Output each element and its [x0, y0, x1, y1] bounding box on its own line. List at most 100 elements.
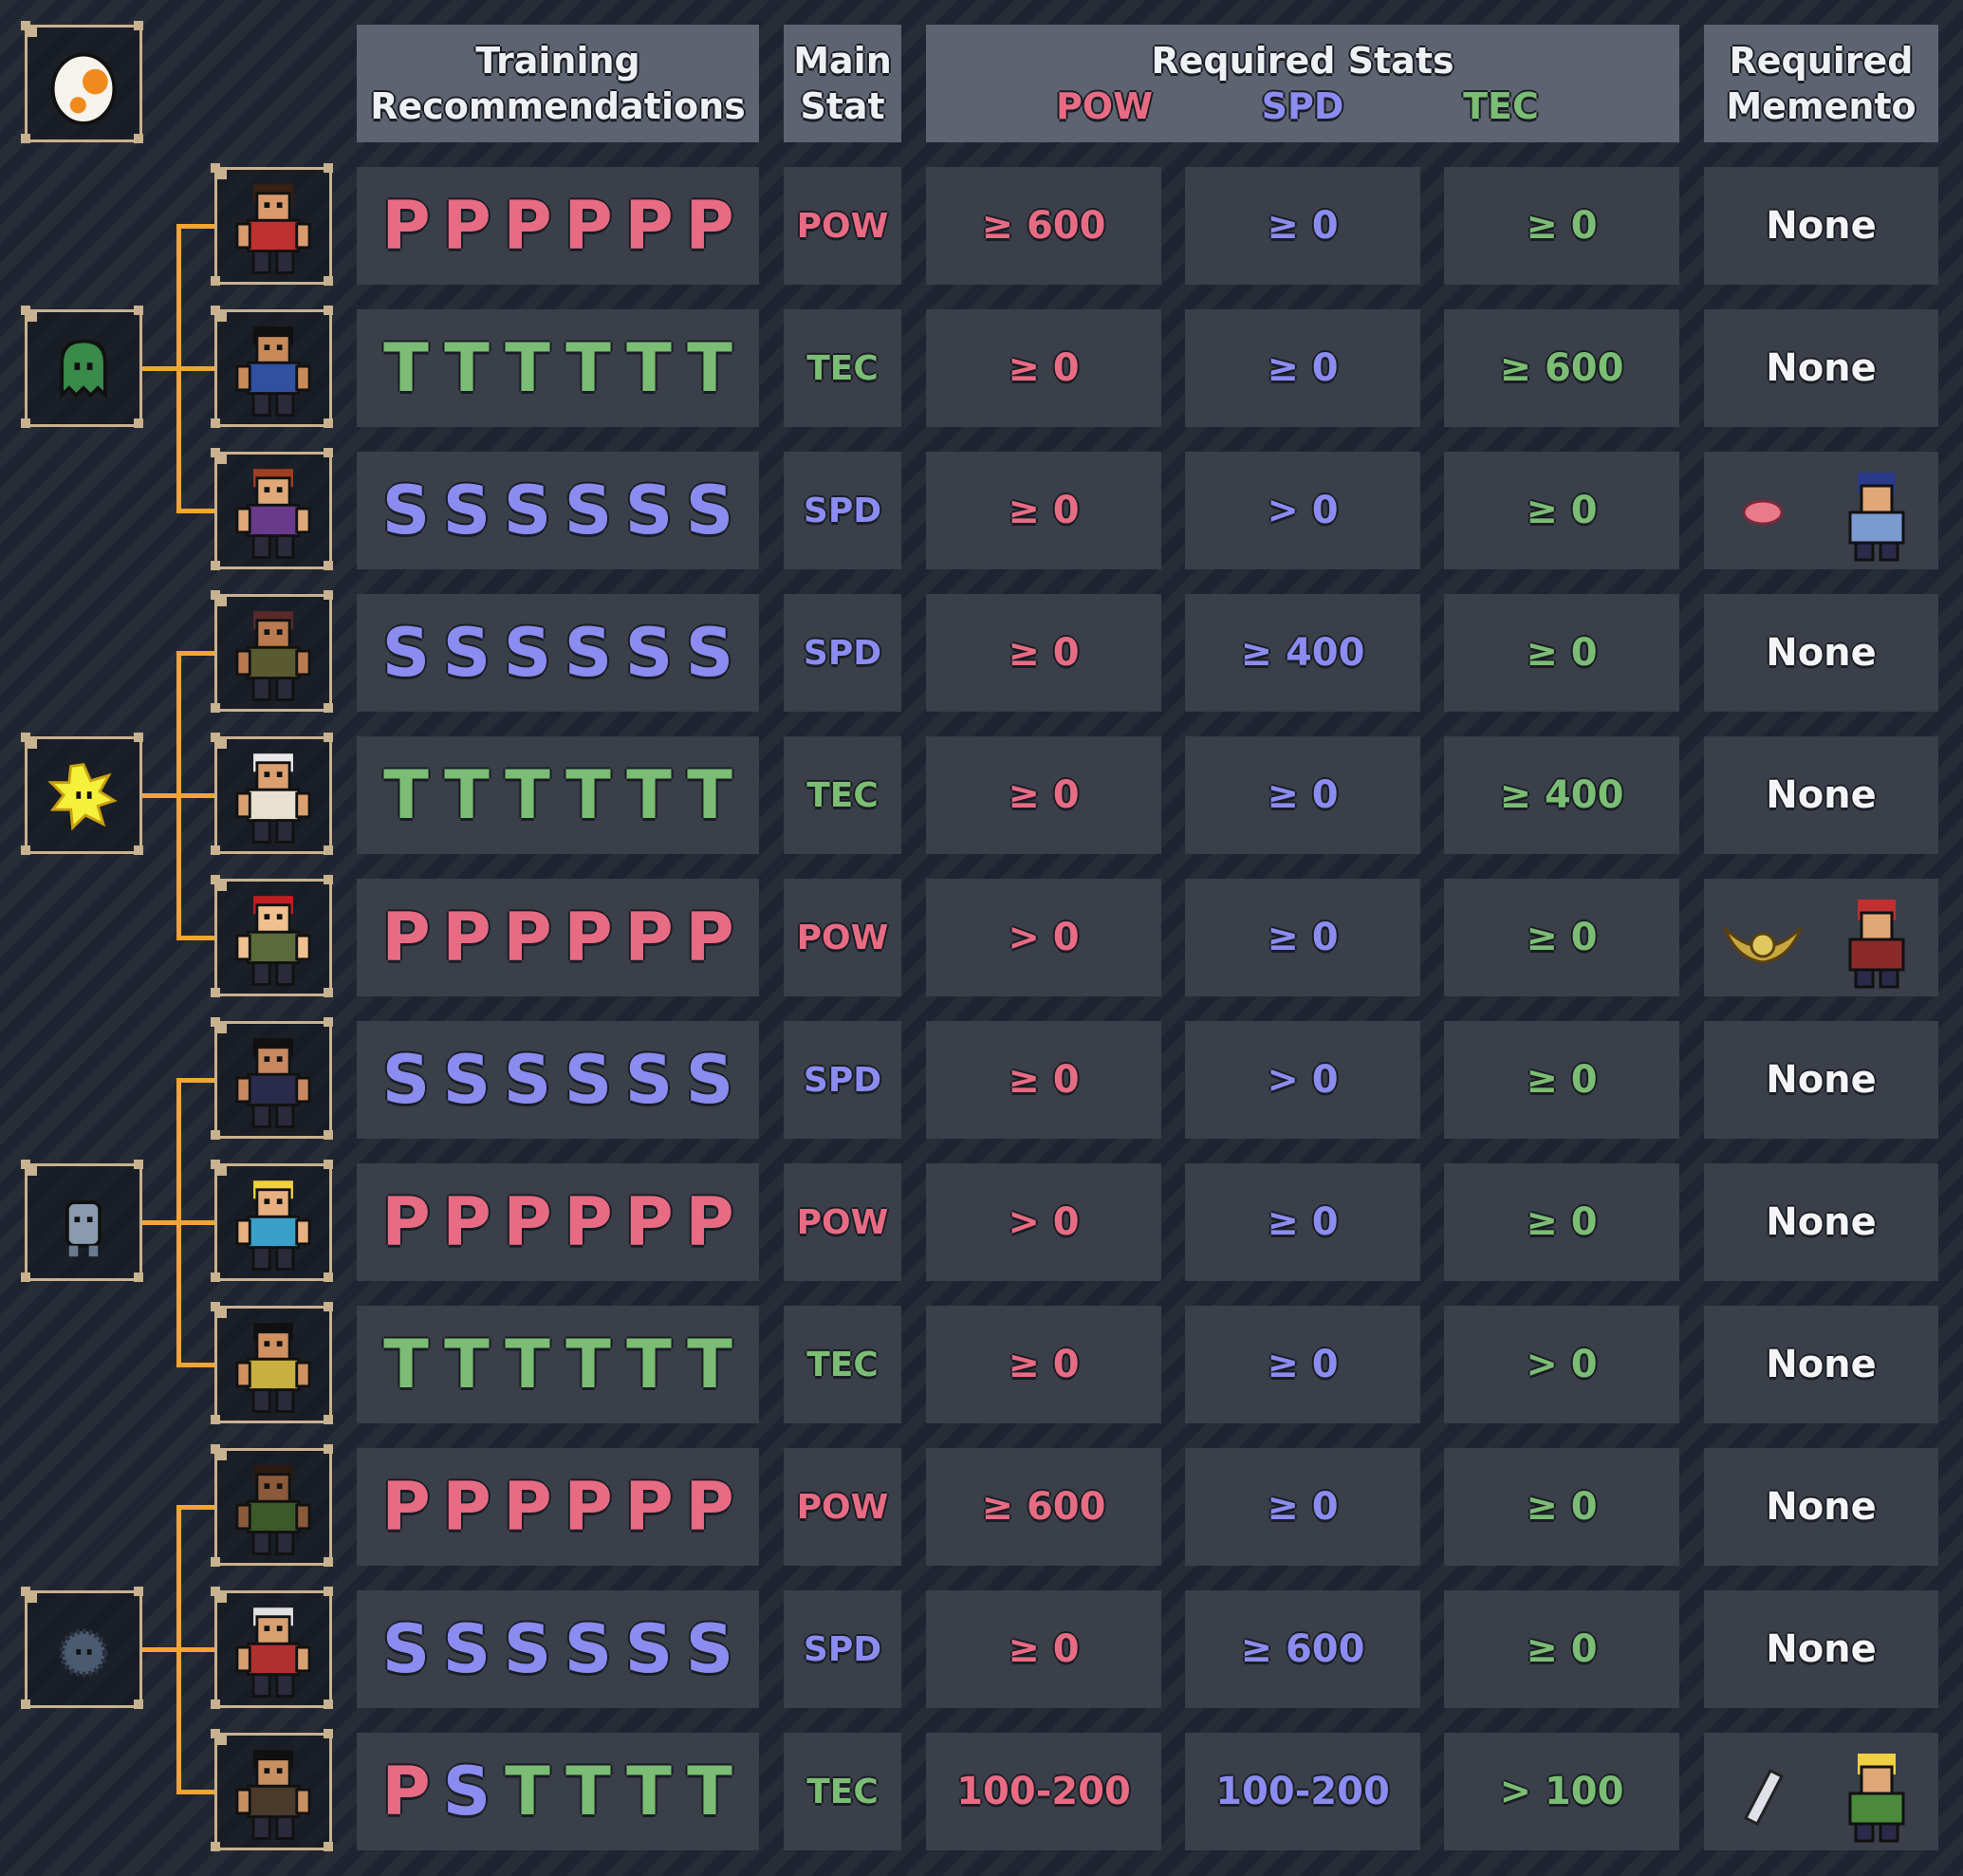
training-letter: P — [564, 187, 613, 265]
training-letter: P — [624, 1183, 674, 1261]
training-letter: P — [381, 899, 431, 976]
required-tec-cell: ≥ 0 — [1444, 1448, 1679, 1566]
fighter-frame — [211, 733, 332, 854]
connector-base-2 — [142, 793, 178, 798]
fighter-8-icon — [235, 1180, 311, 1271]
required-tec-cell: ≥ 0 — [1444, 1021, 1679, 1139]
connector-branch — [176, 1220, 214, 1225]
training-letter: T — [626, 329, 672, 407]
table-header: Training Recommendations Main Stat Require… — [0, 0, 1963, 142]
required-memento-cell: None — [1704, 309, 1938, 427]
required-pow-cell: ≥ 600 — [926, 1448, 1161, 1566]
required-memento-cell: None — [1704, 736, 1938, 854]
fighter-frame — [211, 1729, 332, 1850]
main-stat-cell: TEC — [784, 1306, 901, 1423]
egg-icon — [50, 52, 117, 125]
connector-branch — [176, 1363, 214, 1367]
connector-branch — [176, 366, 214, 371]
fighter-11-icon — [235, 1607, 311, 1698]
main-stat-cell: POW — [784, 879, 901, 996]
training-letter: P — [685, 1468, 734, 1546]
training-letter: P — [685, 899, 734, 976]
comb-icon — [1743, 1768, 1785, 1827]
soldier-icon — [1848, 1754, 1905, 1843]
header-pow: POW — [1055, 85, 1154, 127]
training-letter: S — [442, 1610, 491, 1688]
memento-icons — [1742, 473, 1905, 562]
training-letter: T — [505, 1753, 550, 1830]
training-letter: P — [381, 187, 431, 265]
training-letter: S — [381, 1610, 431, 1688]
connector-branch — [176, 651, 214, 656]
training-letter: S — [685, 472, 734, 549]
training-letter: P — [442, 187, 491, 265]
connector-branch — [176, 793, 214, 798]
required-pow-cell: ≥ 0 — [926, 1021, 1161, 1139]
training-letter: S — [685, 1610, 734, 1688]
required-spd-cell: ≥ 0 — [1185, 1306, 1420, 1423]
training-letter: T — [444, 756, 490, 834]
training-letter: T — [687, 1753, 732, 1830]
egg-frame — [21, 21, 142, 142]
green-ghost-icon — [60, 339, 107, 400]
required-memento-cell: None — [1704, 1306, 1938, 1423]
fighter-frame — [211, 875, 332, 996]
training-letter: S — [564, 1041, 613, 1119]
training-recommendations: TTTTTT — [357, 736, 759, 854]
brain-icon — [1742, 499, 1784, 526]
training-letter: T — [565, 1326, 611, 1403]
training-recommendations: TTTTTT — [357, 1306, 759, 1423]
memento-icons — [1743, 1754, 1905, 1843]
required-tec-cell: ≥ 400 — [1444, 736, 1679, 854]
base-frame-3 — [21, 1160, 142, 1281]
training-letter: T — [444, 1326, 490, 1403]
training-letter: P — [624, 899, 674, 976]
training-letter: S — [381, 1041, 431, 1119]
dark-fuzzball-icon — [59, 1628, 108, 1678]
required-spd-cell: ≥ 600 — [1185, 1590, 1420, 1708]
base-frame-1 — [21, 306, 142, 427]
training-letter: S — [503, 1610, 552, 1688]
grey-blob-icon — [65, 1200, 102, 1257]
training-letter: T — [444, 329, 490, 407]
training-letter: T — [505, 1326, 550, 1403]
fighter-7-icon — [235, 1038, 311, 1128]
required-spd-cell: ≥ 0 — [1185, 879, 1420, 996]
training-letter: S — [564, 614, 613, 692]
training-letter: T — [505, 329, 550, 407]
required-tec-cell: > 100 — [1444, 1733, 1679, 1850]
required-spd-cell: ≥ 0 — [1185, 736, 1420, 854]
fighter-3-icon — [235, 469, 311, 559]
fighter-4-icon — [235, 611, 311, 701]
fighter-1-icon — [235, 184, 311, 274]
training-letter: S — [381, 614, 431, 692]
base-frame-2 — [21, 733, 142, 854]
required-pow-cell: ≥ 0 — [926, 1590, 1161, 1708]
training-recommendations: SSSSSS — [357, 594, 759, 712]
connector-branch — [176, 1790, 214, 1794]
police-officer-icon — [1848, 473, 1905, 562]
required-tec-cell: ≥ 0 — [1444, 452, 1679, 569]
main-stat-cell: SPD — [784, 452, 901, 569]
training-letter: S — [624, 1610, 674, 1688]
training-letter: S — [442, 614, 491, 692]
training-letter: P — [564, 1183, 613, 1261]
training-recommendations: SSSSSS — [357, 1590, 759, 1708]
training-letter: P — [685, 187, 734, 265]
header-spd: SPD — [1261, 85, 1344, 127]
required-tec-cell: ≥ 600 — [1444, 309, 1679, 427]
training-letter: P — [624, 187, 674, 265]
header-training: Training Recommendations — [357, 25, 759, 142]
main-stat-cell: POW — [784, 167, 901, 285]
training-letter: P — [503, 899, 552, 976]
fighter-frame — [211, 590, 332, 712]
connector-branch — [176, 509, 214, 513]
fighter-frame — [211, 163, 332, 285]
training-recommendations: PPPPPP — [357, 1163, 759, 1281]
training-letter: P — [442, 1183, 491, 1261]
required-tec-cell: ≥ 0 — [1444, 1163, 1679, 1281]
fighter-frame — [211, 1587, 332, 1708]
required-memento-cell: None — [1704, 594, 1938, 712]
training-letter: T — [565, 1753, 611, 1830]
header-required-memento: Required Memento — [1704, 25, 1938, 142]
